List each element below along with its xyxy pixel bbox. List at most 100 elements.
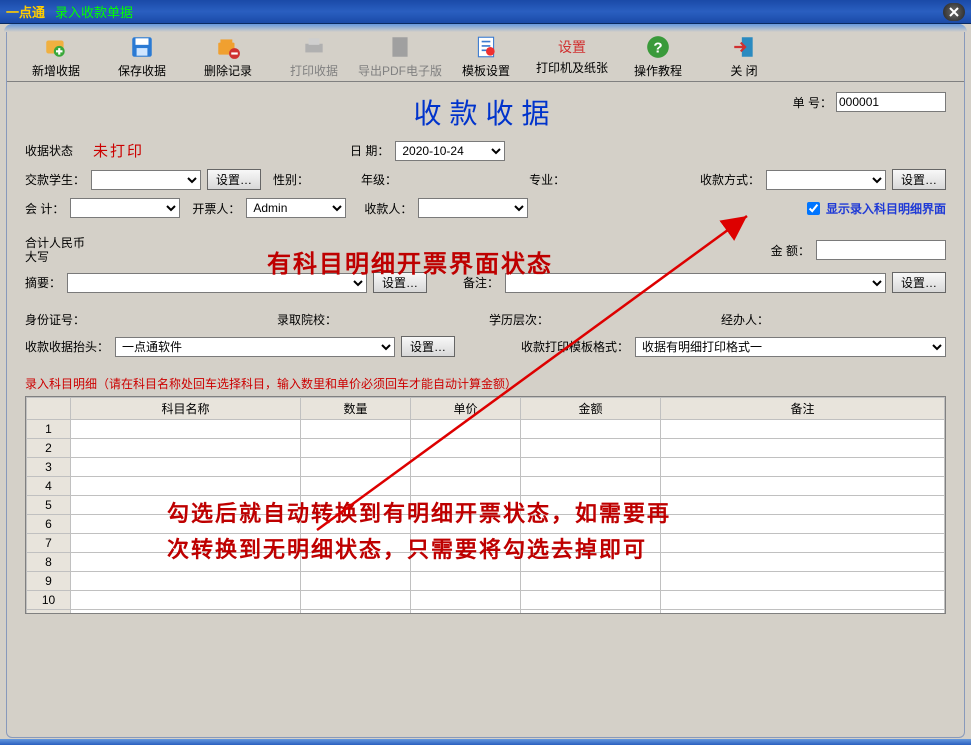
toolbar-save-button[interactable]: 保存收据 — [99, 34, 185, 79]
student-set-button[interactable]: 设置… — [207, 169, 261, 190]
toolbar-print-button[interactable]: 打印收据 — [271, 34, 357, 79]
cell-subject[interactable] — [71, 572, 301, 591]
toolbar-template-button[interactable]: 模板设置 — [443, 34, 529, 79]
toolbar-help-button[interactable]: ? 操作教程 — [615, 34, 701, 79]
cell-qty[interactable] — [301, 420, 411, 439]
toolbar-new-button[interactable]: 新增收据 — [13, 34, 99, 79]
cell-amount[interactable] — [521, 458, 661, 477]
cell-remark[interactable] — [661, 572, 945, 591]
row-number: 10 — [27, 591, 71, 610]
number-label: 单 号： — [793, 94, 832, 111]
grid-header-rownum — [27, 398, 71, 420]
cell-subject[interactable] — [71, 420, 301, 439]
grid-header-remark: 备注 — [661, 398, 945, 420]
grid-header-price: 单价 — [411, 398, 521, 420]
table-row[interactable]: 10 — [27, 591, 945, 610]
toolbar-setprinter-button[interactable]: 设置 打印机及纸张 — [529, 34, 615, 79]
cell-amount[interactable] — [521, 477, 661, 496]
save-icon — [129, 34, 155, 60]
collector-select[interactable] — [418, 198, 528, 218]
edu-level-label: 学历层次： — [489, 311, 549, 328]
remark-select[interactable] — [505, 273, 886, 293]
remark-set-button[interactable]: 设置… — [892, 272, 946, 293]
annotation-message-2: 勾选后就自动转换到有明细开票状态，如需要再 次转换到无明细状态，只需要将勾选去掉… — [167, 496, 671, 568]
receipt-head-set-button[interactable]: 设置… — [401, 336, 455, 357]
toolbar-delete-button[interactable]: 删除记录 — [185, 34, 271, 79]
idno-label: 身份证号： — [25, 311, 85, 328]
help-icon: ? — [645, 34, 671, 60]
cell-remark[interactable] — [661, 515, 945, 534]
cell-remark[interactable] — [661, 477, 945, 496]
handler-label: 经办人： — [721, 311, 769, 328]
cell-remark[interactable] — [661, 420, 945, 439]
cell-amount[interactable] — [521, 420, 661, 439]
row-number: 9 — [27, 572, 71, 591]
print-icon — [301, 34, 327, 60]
date-label: 日 期： — [350, 142, 389, 159]
number-input[interactable] — [836, 92, 946, 112]
cell-remark[interactable] — [661, 553, 945, 572]
new-icon — [43, 34, 69, 60]
cell-remark[interactable] — [661, 458, 945, 477]
cell-qty[interactable] — [301, 439, 411, 458]
cell-subject[interactable] — [71, 591, 301, 610]
cell-price[interactable] — [411, 458, 521, 477]
admit-school-label: 录取院校： — [277, 311, 337, 328]
frame-top — [4, 24, 967, 32]
toolbar-label: 模板设置 — [462, 62, 510, 79]
table-row[interactable]: 1 — [27, 420, 945, 439]
print-tmpl-select[interactable]: 收据有明细打印格式一 — [635, 337, 946, 357]
cell-price[interactable] — [411, 591, 521, 610]
cell-remark[interactable] — [661, 439, 945, 458]
cell-price[interactable] — [411, 439, 521, 458]
cell-qty[interactable] — [301, 572, 411, 591]
app-name: 一点通 — [6, 2, 45, 21]
table-row[interactable]: 9 — [27, 572, 945, 591]
window-title: 录入收款单据 — [55, 2, 943, 21]
cell-remark[interactable] — [661, 534, 945, 553]
cell-amount[interactable] — [521, 572, 661, 591]
paymethod-set-button[interactable]: 设置… — [892, 169, 946, 190]
cell-qty[interactable] — [301, 477, 411, 496]
cell-qty[interactable] — [301, 458, 411, 477]
cell-price[interactable] — [411, 572, 521, 591]
template-icon — [473, 34, 499, 60]
window-close-button[interactable] — [943, 3, 965, 21]
toolbar-exportpdf-button[interactable]: 导出PDF电子版 — [357, 34, 443, 79]
cell-price[interactable] — [411, 477, 521, 496]
table-total-row: 合计 — [27, 610, 945, 615]
toolbar-label: 新增收据 — [32, 62, 80, 79]
delete-icon — [215, 34, 241, 60]
cell-qty[interactable] — [301, 591, 411, 610]
gender-label: 性别： — [273, 171, 309, 188]
cell-amount[interactable] — [521, 439, 661, 458]
biller-select[interactable]: Admin — [246, 198, 346, 218]
cell-remark[interactable] — [661, 496, 945, 515]
cell-subject[interactable] — [71, 439, 301, 458]
table-row[interactable]: 2 — [27, 439, 945, 458]
accountant-select[interactable] — [70, 198, 180, 218]
total-label: 合计 — [27, 610, 71, 615]
show-detail-label[interactable]: 显示录入科目明细界面 — [826, 200, 946, 217]
row-number: 5 — [27, 496, 71, 515]
amount-input[interactable] — [816, 240, 946, 260]
row-number: 7 — [27, 534, 71, 553]
row-receipthead: 收款收据抬头： 一点通软件 设置… 收款打印模板格式： 收据有明细打印格式一 — [25, 336, 946, 357]
receipt-head-select[interactable]: 一点通软件 — [115, 337, 395, 357]
table-row[interactable]: 4 — [27, 477, 945, 496]
toolbar-close-button[interactable]: 关 闭 — [701, 34, 787, 79]
row-number: 8 — [27, 553, 71, 572]
student-select[interactable] — [91, 170, 201, 190]
grid-header-row: 科目名称 数量 单价 金额 备注 — [27, 398, 945, 420]
cell-remark[interactable] — [661, 591, 945, 610]
date-select[interactable]: 2020-10-24 — [395, 141, 505, 161]
toolbar-label: 打印机及纸张 — [536, 59, 608, 76]
frame-bottom — [0, 739, 971, 745]
cell-subject[interactable] — [71, 477, 301, 496]
paymethod-select[interactable] — [766, 170, 886, 190]
cell-price[interactable] — [411, 420, 521, 439]
show-detail-checkbox[interactable] — [807, 202, 820, 215]
cell-subject[interactable] — [71, 458, 301, 477]
table-row[interactable]: 3 — [27, 458, 945, 477]
cell-amount[interactable] — [521, 591, 661, 610]
